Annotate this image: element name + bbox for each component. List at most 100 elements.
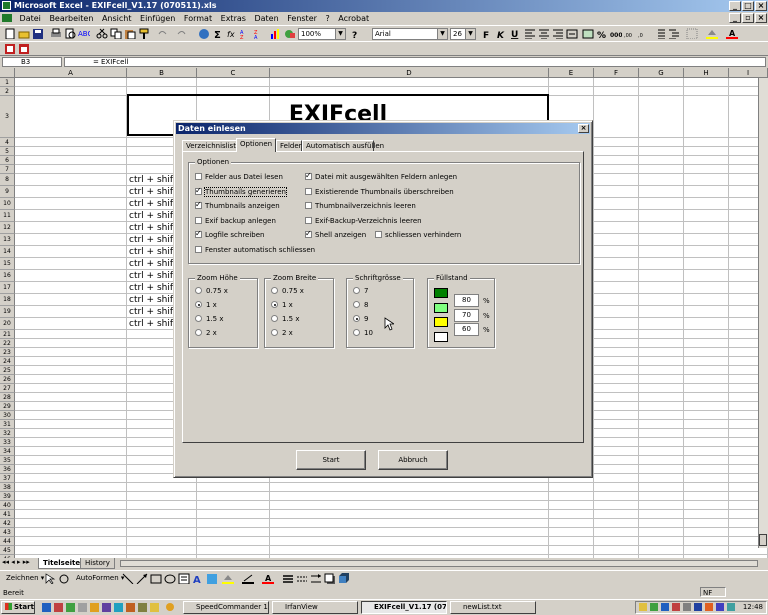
checkbox-icon[interactable] <box>195 229 202 238</box>
scroll-thumb[interactable] <box>759 534 767 546</box>
3d-icon[interactable] <box>338 573 350 584</box>
menu-format[interactable]: Format <box>181 12 215 25</box>
row-header[interactable]: 3 <box>0 96 15 138</box>
row-header[interactable]: 7 <box>0 165 15 174</box>
vertical-scrollbar[interactable] <box>758 78 768 548</box>
row-header[interactable]: 14 <box>0 246 15 258</box>
option-right-3[interactable]: Exif-Backup-Verzeichnis leeren <box>305 216 422 226</box>
help-icon[interactable]: ? <box>350 28 362 39</box>
abbruch-button[interactable]: Abbruch <box>378 450 448 470</box>
row-header[interactable]: 20 <box>0 318 15 330</box>
arrow-style-icon[interactable] <box>310 573 322 584</box>
print-icon[interactable] <box>50 28 62 39</box>
increase-decimal-icon[interactable]: ,00 <box>624 28 636 39</box>
select-pointer-icon[interactable] <box>44 573 56 584</box>
borders-icon[interactable] <box>686 28 698 39</box>
font-size-combo[interactable]: 26 ▼ <box>450 28 476 40</box>
undo-icon[interactable] <box>156 28 168 39</box>
radio-icon[interactable] <box>353 315 360 322</box>
row-header[interactable]: 16 <box>0 270 15 282</box>
radio-icon[interactable] <box>195 315 202 322</box>
col-header-e[interactable]: E <box>549 68 594 78</box>
col-header-b[interactable]: B <box>127 68 197 78</box>
checkbox-icon[interactable] <box>195 216 202 224</box>
row-header[interactable]: 12 <box>0 222 15 234</box>
zoom-breite-option-2[interactable]: 1.5 x <box>271 315 300 324</box>
option-right-1[interactable]: Existierende Thumbnails überschreiben <box>305 187 454 197</box>
sort-asc-icon[interactable]: AZ <box>240 28 252 39</box>
align-right-icon[interactable] <box>552 28 564 39</box>
open-icon[interactable] <box>18 28 30 39</box>
sheet-tab-history[interactable]: History <box>80 558 115 569</box>
menu-datei[interactable]: Datei <box>17 12 44 25</box>
wordart-icon[interactable]: A <box>192 573 204 584</box>
menu-fenster[interactable]: Fenster <box>284 12 320 25</box>
schriftgroesse-option-1[interactable]: 8 <box>353 301 368 310</box>
zoom-breite-option-0[interactable]: 0.75 x <box>271 287 304 296</box>
doc-restore-button[interactable]: ▫ <box>742 13 754 23</box>
row-header[interactable]: 42 <box>0 519 15 528</box>
quick-launch-icons[interactable] <box>40 602 180 613</box>
menu-acrobat[interactable]: Acrobat <box>335 12 372 25</box>
col-header-i[interactable]: I <box>729 68 768 78</box>
drawing-icon[interactable] <box>284 28 296 39</box>
format-painter-icon[interactable] <box>138 28 150 39</box>
row-header[interactable]: 24 <box>0 357 15 366</box>
align-center-icon[interactable] <box>538 28 550 39</box>
sort-desc-icon[interactable]: ZA <box>254 28 266 39</box>
fill-color-icon[interactable] <box>706 28 718 39</box>
font-combo[interactable]: Arial ▼ <box>372 28 448 40</box>
row-header[interactable]: 37 <box>0 474 15 483</box>
radio-icon[interactable] <box>353 287 360 294</box>
fill-swatch[interactable] <box>434 288 448 298</box>
oval-icon[interactable] <box>164 573 176 584</box>
radio-icon[interactable] <box>271 287 278 294</box>
print-preview-icon[interactable] <box>64 28 76 39</box>
row-header[interactable]: 36 <box>0 465 15 474</box>
col-header-f[interactable]: F <box>594 68 639 78</box>
menu-extras[interactable]: Extras <box>218 12 249 25</box>
tab-verzeichnisliste[interactable]: Verzeichnisliste <box>182 140 240 151</box>
row-header[interactable]: 34 <box>0 447 15 456</box>
horizontal-scrollbar[interactable] <box>120 560 758 567</box>
radio-icon[interactable] <box>271 301 278 308</box>
menu-help[interactable]: ? <box>322 12 332 25</box>
zoom-breite-option-3[interactable]: 2 x <box>271 329 293 338</box>
start-button[interactable]: Start <box>1 601 35 614</box>
line-icon[interactable] <box>122 573 134 584</box>
zoom-hoehe-option-3[interactable]: 2 x <box>195 329 217 338</box>
row-header[interactable]: 10 <box>0 198 15 210</box>
rectangle-icon[interactable] <box>150 573 162 584</box>
new-icon[interactable] <box>4 28 16 39</box>
line-color-icon[interactable] <box>242 573 254 584</box>
clipart-icon[interactable] <box>206 573 218 584</box>
checkbox-icon[interactable] <box>195 186 202 195</box>
row-header[interactable]: 25 <box>0 366 15 375</box>
cut-icon[interactable] <box>96 28 108 39</box>
option-right-4[interactable]: Shell anzeigen <box>305 229 366 240</box>
fill-swatch[interactable] <box>434 331 448 342</box>
row-header[interactable]: 29 <box>0 402 15 411</box>
option-left-1[interactable]: Thumbnails generieren <box>195 186 287 197</box>
checkbox-icon[interactable] <box>195 200 202 209</box>
row-header[interactable]: 26 <box>0 375 15 384</box>
col-header-d[interactable]: D <box>270 68 549 78</box>
task-speedcommander[interactable]: SpeedCommander 10 <box>183 601 269 614</box>
row-header[interactable]: 8 <box>0 174 15 186</box>
row-header[interactable]: 11 <box>0 210 15 222</box>
save-icon[interactable] <box>32 28 44 39</box>
row-header[interactable]: 19 <box>0 306 15 318</box>
merge-center-icon[interactable] <box>566 28 578 39</box>
schriftgroesse-option-3[interactable]: 10 <box>353 329 373 338</box>
copy-icon[interactable] <box>110 28 122 39</box>
redo-icon[interactable] <box>176 28 188 39</box>
select-all-corner[interactable] <box>0 68 15 78</box>
percent-icon[interactable]: % <box>596 28 608 39</box>
arrow-icon[interactable] <box>136 573 148 584</box>
option-right-0[interactable]: Datei mit ausgewählten Feldern anlegen <box>305 171 457 182</box>
menu-daten[interactable]: Daten <box>251 12 281 25</box>
paste-icon[interactable] <box>124 28 136 39</box>
option-left-3[interactable]: Exif backup anlegen <box>195 216 276 226</box>
row-header[interactable]: 21 <box>0 330 15 339</box>
zoom-hoehe-option-0[interactable]: 0.75 x <box>195 287 228 296</box>
